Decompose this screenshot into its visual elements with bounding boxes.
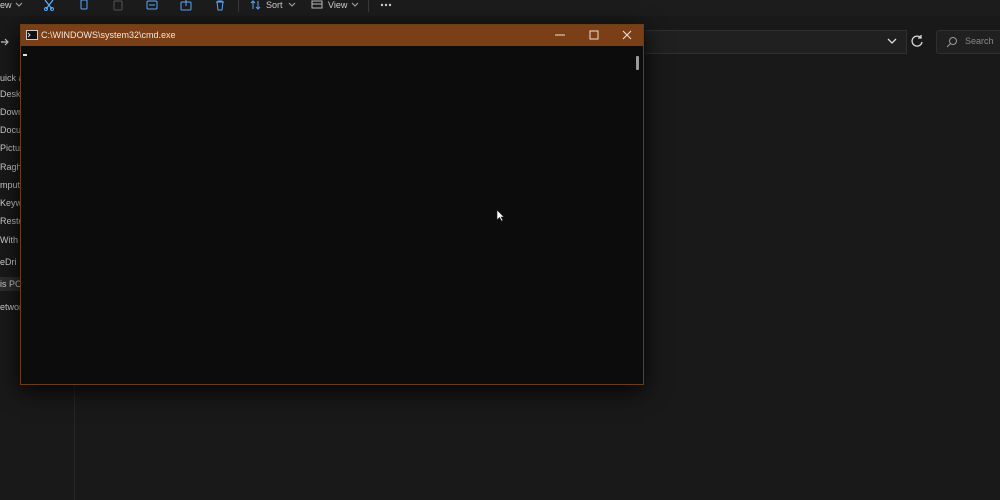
copy-icon[interactable]: [78, 0, 90, 11]
cmd-window-title: C:\WINDOWS\system32\cmd.exe: [41, 30, 176, 40]
sidebar-item-network[interactable]: etwor: [0, 300, 20, 314]
share-icon[interactable]: [180, 0, 192, 11]
sidebar-item-restore[interactable]: Resto: [0, 214, 20, 228]
refresh-icon[interactable]: [909, 33, 925, 49]
toolbar-divider: [368, 0, 369, 12]
chevron-down-icon[interactable]: [885, 33, 899, 49]
scrollbar-thumb[interactable]: [636, 56, 639, 70]
close-button[interactable]: [610, 25, 644, 46]
view-icon: [311, 0, 323, 9]
sidebar-item-keywords[interactable]: Keyw: [0, 196, 20, 210]
vertical-scrollbar[interactable]: [633, 46, 643, 384]
minimize-icon: [555, 34, 565, 36]
chevron-down-icon: [288, 2, 296, 7]
address-bar[interactable]: [645, 30, 907, 54]
cmd-window[interactable]: C:\WINDOWS\system32\cmd.exe: [20, 24, 644, 385]
paste-icon[interactable]: [112, 0, 124, 11]
cmd-app-icon: [26, 30, 38, 40]
chevron-down-icon: [351, 2, 359, 7]
search-icon: [946, 37, 957, 48]
sort-button[interactable]: Sort: [266, 0, 283, 12]
minimize-button[interactable]: [543, 25, 577, 46]
sidebar-item-computing[interactable]: mputi: [0, 178, 20, 192]
text-cursor: [23, 54, 27, 56]
search-field[interactable]: Search: [936, 30, 1000, 54]
sort-icon: [250, 0, 261, 10]
view-menu-truncated[interactable]: ew: [0, 0, 12, 12]
console-output-area[interactable]: [21, 46, 633, 384]
sidebar-item-documents[interactable]: Docu: [0, 123, 20, 137]
explorer-toolbar: ew Sort View: [0, 0, 1000, 16]
sidebar-item-pictures[interactable]: Pictur: [0, 141, 20, 155]
sidebar-item-ragh[interactable]: Ragh: [0, 160, 20, 174]
search-placeholder: Search: [965, 36, 994, 46]
cmd-title-bar[interactable]: C:\WINDOWS\system32\cmd.exe: [21, 25, 643, 46]
toolbar-divider: [238, 0, 239, 12]
rename-icon[interactable]: [146, 0, 158, 11]
delete-icon[interactable]: [214, 0, 226, 11]
chevron-down-icon: [15, 2, 23, 7]
maximize-icon: [589, 30, 599, 40]
sidebar-item-onedrive[interactable]: eDri: [0, 255, 20, 269]
sidebar-item-downloads[interactable]: Down: [0, 105, 20, 119]
sidebar-item-quick-access[interactable]: uick a: [0, 71, 20, 85]
more-options-icon[interactable]: [380, 0, 392, 11]
view-button[interactable]: View: [328, 0, 347, 12]
sidebar-item-this-pc[interactable]: is PC: [0, 277, 20, 291]
close-icon: [622, 30, 632, 40]
maximize-button[interactable]: [577, 25, 611, 46]
sidebar-item-with[interactable]: With I: [0, 233, 20, 247]
mouse-pointer-icon: [496, 209, 505, 222]
cut-icon[interactable]: [43, 0, 55, 11]
forward-arrow-icon[interactable]: [0, 35, 10, 49]
sidebar-item-desktop[interactable]: Deskt: [0, 87, 20, 101]
